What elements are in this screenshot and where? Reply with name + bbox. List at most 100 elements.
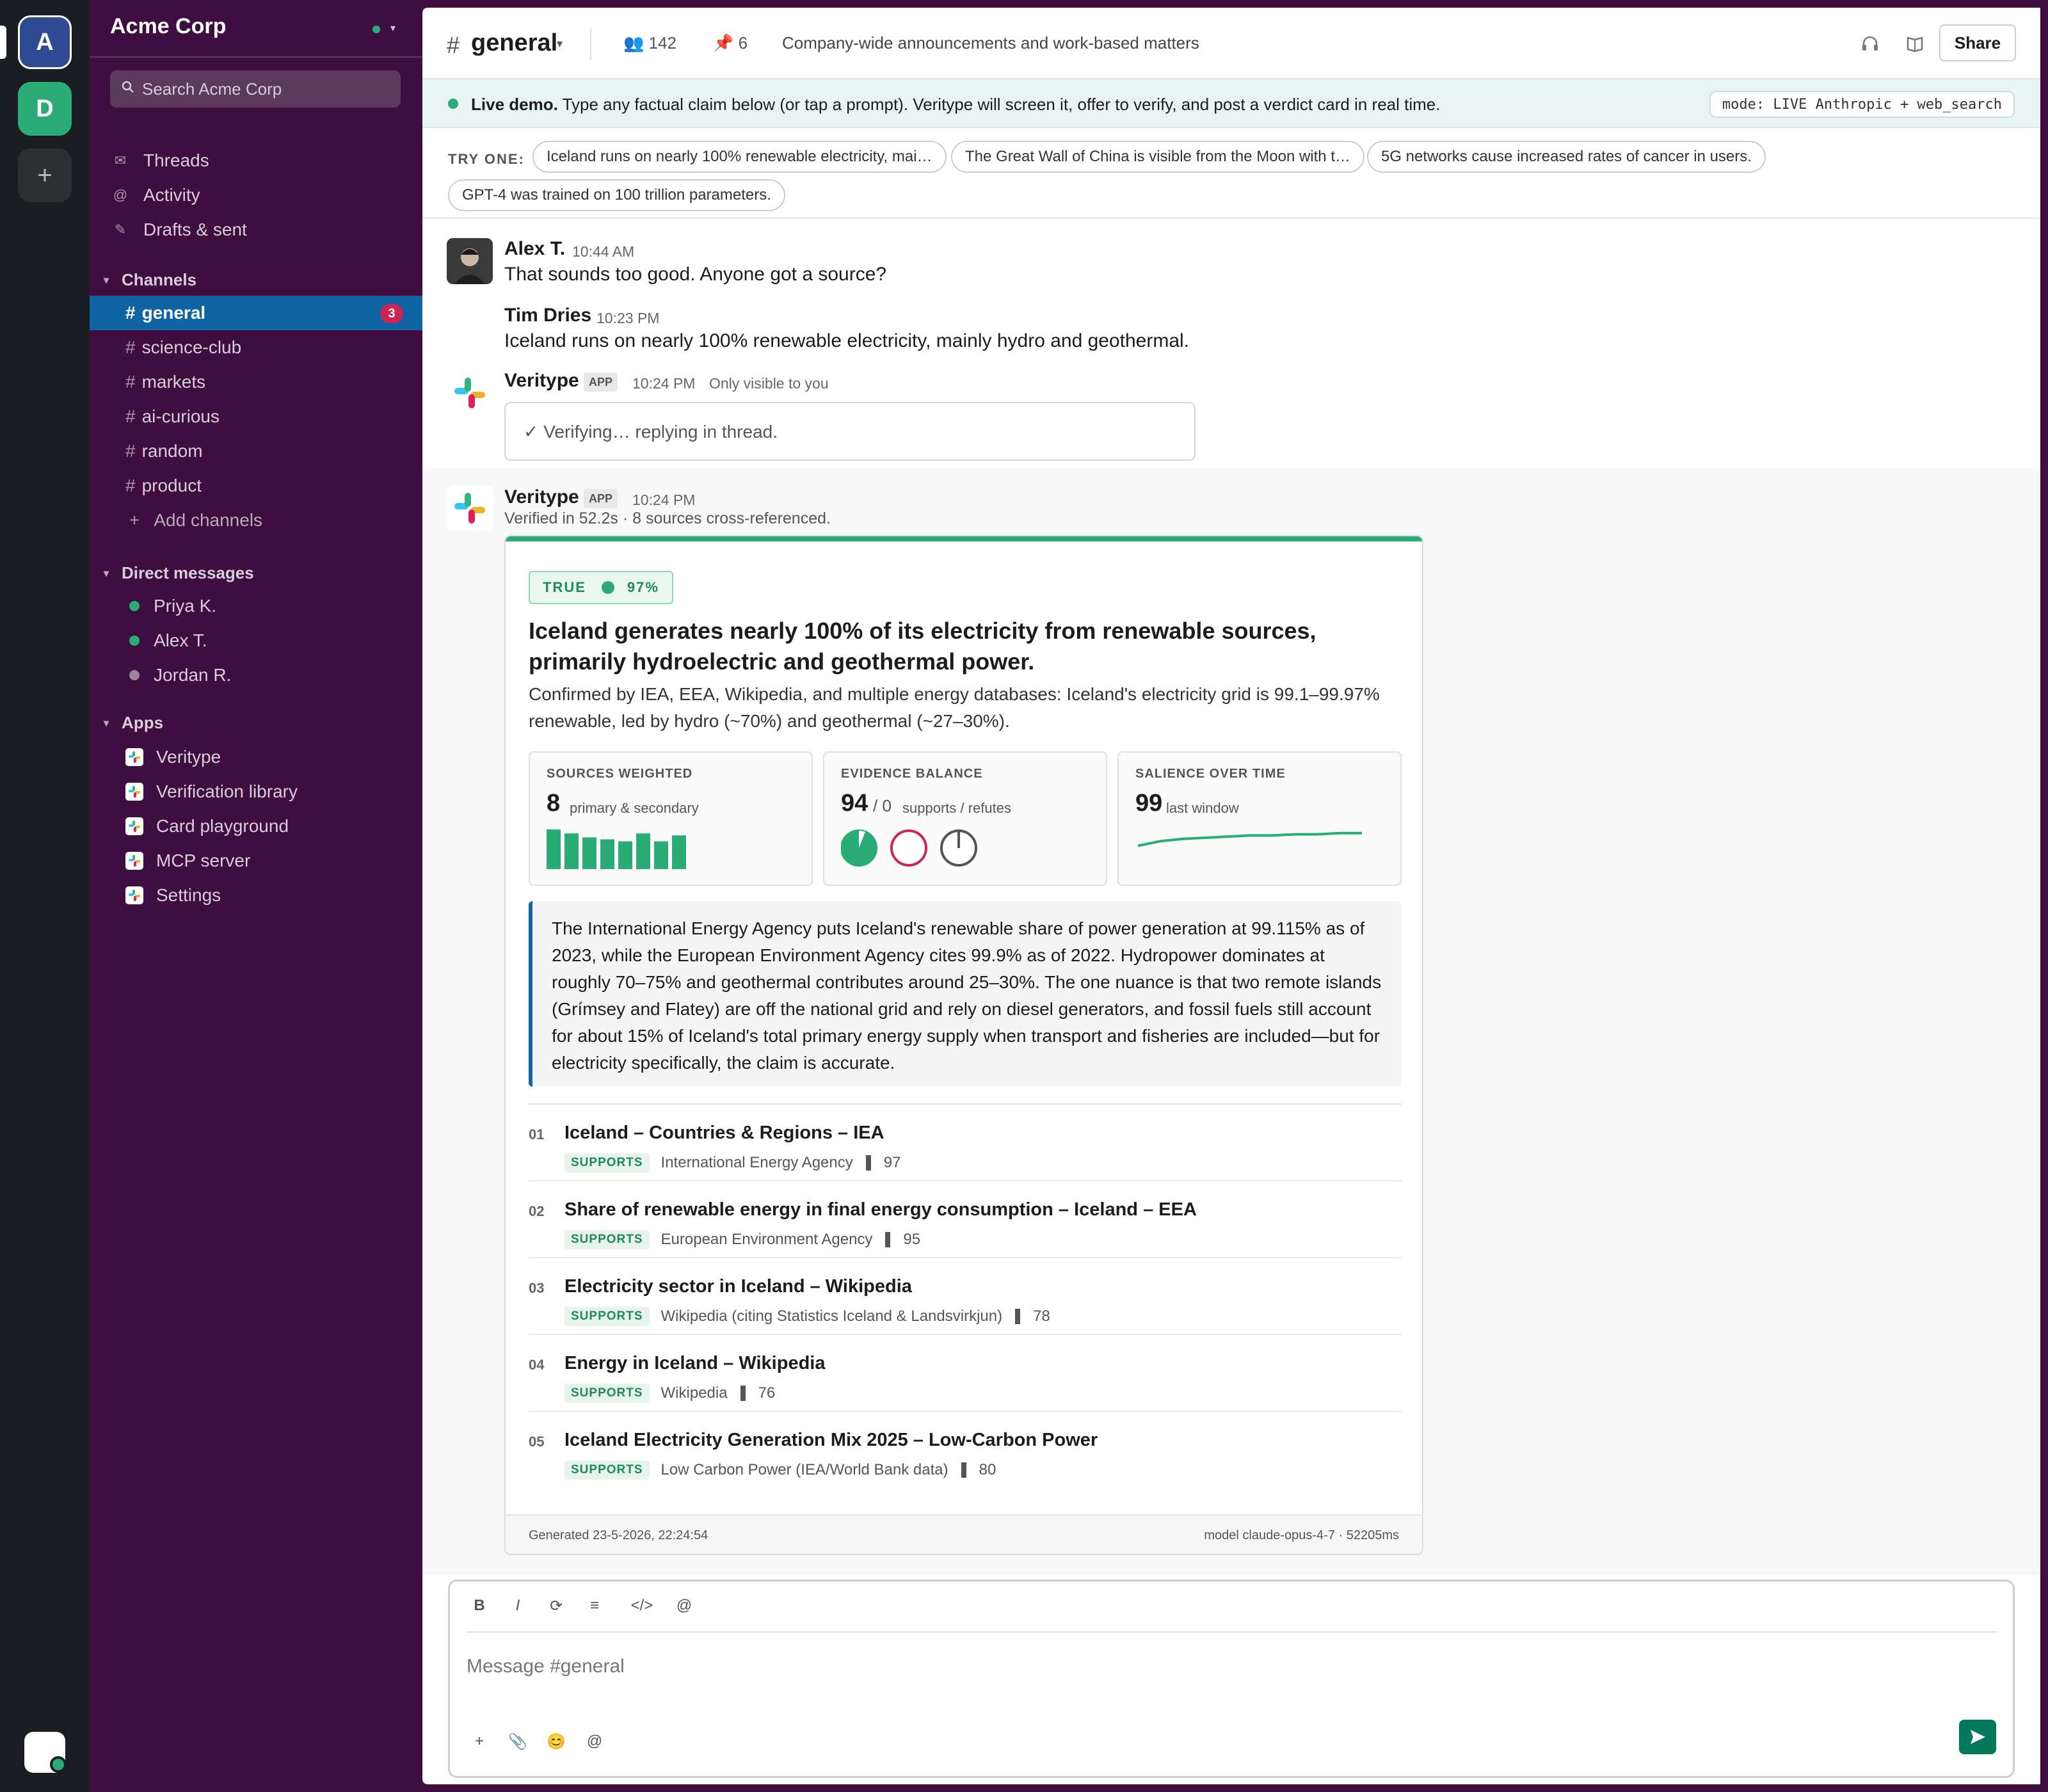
source-title-link[interactable]: Iceland – Countries & Regions – IEA [564,1123,884,1144]
mention-button[interactable]: @ [671,1597,697,1615]
source-row[interactable]: 01 Iceland – Countries & Regions – IEA S… [529,1105,1402,1181]
sidebar-item-ai-curious[interactable]: # ai-curious [90,399,422,434]
add-workspace-button[interactable]: + [18,148,72,202]
sidebar-item-product[interactable]: # product [90,468,422,503]
verdict-badge: TRUE 97% [529,571,673,604]
presence-online-icon [129,601,140,611]
active-workspace-marker [0,26,6,59]
message-timestamp[interactable]: 10:24 PM [632,492,695,509]
hash-icon: # [125,476,136,495]
message-timestamp[interactable]: 10:44 AM [572,243,634,260]
generated-timestamp: Generated 23-5-2026, 22:24:54 [529,1528,708,1542]
app-item-card-playground[interactable]: Card playground [90,809,422,844]
message-author[interactable]: Tim Dries [504,305,591,326]
channel-label: ai-curious [141,406,220,426]
salience-sparkline [1137,831,1362,847]
pin-icon: 📌 [713,33,734,52]
avatar[interactable] [447,238,493,284]
sidebar-item-general[interactable]: # general 3 [90,296,422,330]
chevron-down-icon[interactable]: ▾ [557,37,563,51]
divider [467,1631,1997,1633]
prompt-chip[interactable]: The Great Wall of China is visible from … [951,141,1364,173]
message-author[interactable]: Alex T. [504,238,565,260]
dm-item-priya[interactable]: Priya K. [90,589,422,623]
add-channels-button[interactable]: + Add channels [90,503,422,538]
search-input[interactable]: Search Acme Corp [110,70,401,108]
app-label: Card playground [156,816,289,836]
channel-title[interactable]: general [471,29,557,57]
source-weight-bars [547,829,686,869]
sidebar-item-activity[interactable]: @ Activity [90,178,422,212]
sidebar-item-random[interactable]: # random [90,434,422,468]
sidebar-item-science-club[interactable]: # science-club [90,330,422,365]
pinned-button[interactable]: 📌 6 [713,33,748,53]
stat-sub: last window [1166,800,1239,816]
hash-icon: # [125,303,136,323]
app-item-mcp-server[interactable]: MCP server [90,844,422,878]
send-button[interactable] [1959,1720,1996,1754]
source-title-link[interactable]: Energy in Iceland – Wikipedia [564,1353,825,1374]
mention-icon[interactable]: @ [582,1732,607,1750]
message-author[interactable]: Veritype [504,486,579,508]
plus-icon[interactable]: + [467,1732,492,1750]
source-row[interactable]: 04 Energy in Iceland – Wikipedia SUPPORT… [529,1335,1402,1412]
dm-section-header[interactable]: ▾ Direct messages [104,563,254,583]
code-button[interactable]: </> [623,1597,661,1615]
source-title-link[interactable]: Iceland Electricity Generation Mix 2025 … [564,1430,1098,1451]
workspace-name[interactable]: Acme Corp [110,14,226,39]
sidebar-item-drafts[interactable]: ✎ Drafts & sent [90,212,422,247]
message-input[interactable]: Message #general [467,1656,625,1677]
headphones-icon[interactable] [1860,33,1880,54]
stance-badge: SUPPORTS [564,1307,650,1326]
chevron-down-icon: ▾ [104,275,109,286]
source-meta: SUPPORTS Wikipedia (citing Statistics Ice… [564,1307,1050,1326]
evidence-pie [890,829,927,867]
apps-section-header[interactable]: ▾ Apps [104,713,163,733]
app-item-settings[interactable]: Settings [90,878,422,913]
chevron-down-icon[interactable]: ▾ [390,22,396,35]
sidebar-item-label: Threads [143,150,209,170]
dm-item-alex[interactable]: Alex T. [90,623,422,658]
italic-button[interactable]: I [505,1597,531,1615]
sidebar-item-threads[interactable]: ✉ Threads [90,143,422,178]
source-title-link[interactable]: Share of renewable energy in final energ… [564,1199,1197,1220]
bold-button[interactable]: B [467,1597,492,1615]
attach-icon[interactable]: 📎 [505,1732,531,1751]
app-item-verification-library[interactable]: Verification library [90,774,422,809]
presence-away-icon [129,670,140,680]
dm-item-jordan[interactable]: Jordan R. [90,658,422,692]
message-timestamp[interactable]: 10:23 PM [596,310,659,327]
ephemeral-note: Only visible to you [709,375,829,392]
link-button[interactable]: ⟳ [543,1597,569,1615]
share-button[interactable]: Share [1939,24,2016,61]
veritype-logo-icon [125,852,143,870]
stat-label: EVIDENCE BALANCE [841,767,983,781]
prompt-chip[interactable]: Iceland runs on nearly 100% renewable el… [532,141,947,173]
search-icon [122,81,134,93]
pin-count: 6 [738,33,748,52]
veritype-logo-icon[interactable] [447,485,493,531]
stance-badge: SUPPORTS [564,1460,650,1480]
veritype-logo-icon[interactable] [447,370,493,416]
message-timestamp[interactable]: 10:24 PM [632,375,695,392]
prompt-chip[interactable]: 5G networks cause increased rates of can… [1367,141,1766,173]
workspace-acme-button[interactable]: A [18,15,72,69]
channel-label: markets [141,372,206,392]
member-count-button[interactable]: 👥 142 [623,33,676,53]
source-publisher: European Environment Agency [660,1231,873,1248]
sidebar-item-markets[interactable]: # markets [90,365,422,399]
source-title-link[interactable]: Electricity sector in Iceland – Wikipedi… [564,1276,912,1297]
source-row[interactable]: 03 Electricity sector in Iceland – Wikip… [529,1258,1402,1335]
message-author[interactable]: Veritype [504,370,579,392]
source-row[interactable]: 05 Iceland Electricity Generation Mix 20… [529,1412,1402,1489]
app-item-veritype[interactable]: Veritype [90,740,422,774]
emoji-icon[interactable]: 😊 [543,1732,569,1751]
canvas-icon[interactable] [1905,33,1925,54]
source-row[interactable]: 02 Share of renewable energy in final en… [529,1181,1402,1258]
channels-section-header[interactable]: ▾ Channels [104,270,196,290]
stat-label: SOURCES WEIGHTED [547,767,693,781]
workspace-d-button[interactable]: D [18,82,72,136]
prompt-chip[interactable]: GPT-4 was trained on 100 trillion parame… [448,179,785,211]
list-button[interactable]: ≡ [582,1597,607,1615]
hash-icon: # [125,441,136,461]
